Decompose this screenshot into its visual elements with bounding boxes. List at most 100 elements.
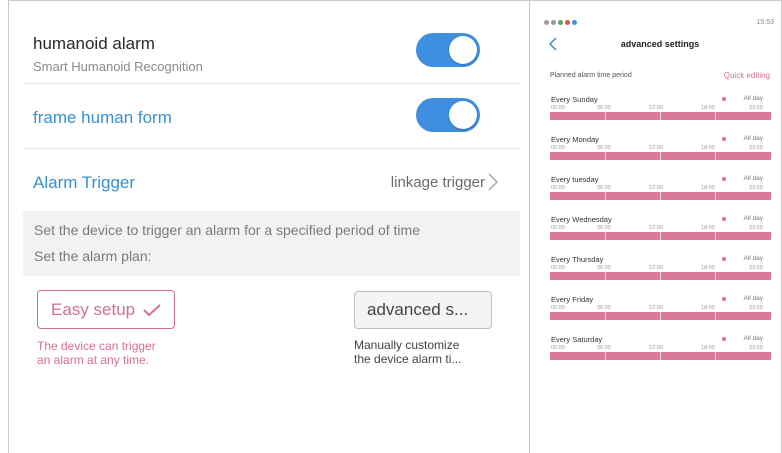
bar-separator (715, 152, 716, 160)
bar-separator (715, 112, 716, 120)
time-tick-label: 00:00 (551, 225, 565, 231)
advanced-settings-button[interactable]: advanced s... (354, 291, 492, 329)
alarm-period-bar[interactable] (550, 232, 771, 240)
time-tick-label: 23:59 (749, 305, 763, 311)
schedule-day-row[interactable]: Every Monday All day 00:00 06:00 12:00 18:00 2… (550, 135, 772, 165)
schedule-day-row[interactable]: Every Sunday All day 00:00 06:00 12:00 18:00 2… (550, 95, 772, 125)
alarm-period-bar[interactable] (550, 112, 771, 120)
time-tick-label: 00:00 (551, 345, 565, 351)
time-tick-label: 00:00 (551, 305, 565, 311)
time-tick-label: 06:00 (597, 225, 611, 231)
bar-separator (715, 352, 716, 360)
time-tick-label: 06:00 (597, 105, 611, 111)
easy-setup-label: Easy setup (51, 300, 136, 319)
bar-separator (605, 192, 606, 200)
humanoid-alarm-toggle[interactable] (416, 33, 480, 67)
adv-desc-line-1: Manually customize (354, 338, 460, 352)
day-name: Every tuesday (551, 175, 599, 184)
bar-separator (715, 312, 716, 320)
schedule-day-row[interactable]: Every tuesday All day 00:00 06:00 12:00 18:00… (550, 175, 772, 205)
alarm-period-bar[interactable] (550, 312, 771, 320)
all-day-label: All day (743, 95, 763, 102)
adv-desc-line-2: the device alarm ti... (354, 352, 462, 366)
info-line-1: Set the device to trigger an alarm for a… (34, 222, 420, 238)
bar-separator (660, 352, 661, 360)
alarm-period-bar[interactable] (550, 152, 771, 160)
time-tick-label: 00:00 (551, 145, 565, 151)
time-tick-label: 23:59 (749, 225, 763, 231)
all-day-label: All day (743, 175, 763, 182)
alarm-settings-panel: humanoid alarm Smart Humanoid Recognitio… (9, 1, 529, 453)
schedule-day-row[interactable]: Every Friday All day 00:00 06:00 12:00 18:00 2… (550, 295, 772, 325)
advanced-settings-screen: 15:53 advanced settings Planned alarm ti… (540, 17, 780, 372)
time-tick-label: 12:00 (649, 265, 663, 271)
all-day-label: All day (743, 335, 763, 342)
all-day-dot-icon (722, 297, 726, 301)
time-tick-label: 18:00 (701, 225, 715, 231)
checkmark-icon (143, 304, 161, 317)
all-day-dot-icon (722, 137, 726, 141)
alarm-trigger-value[interactable]: linkage trigger (391, 174, 485, 191)
alarm-period-bar[interactable] (550, 272, 771, 280)
time-tick-label: 12:00 (649, 345, 663, 351)
time-tick-label: 00:00 (551, 105, 565, 111)
bar-separator (660, 152, 661, 160)
all-day-dot-icon (722, 177, 726, 181)
divider (23, 148, 520, 149)
day-name: Every Monday (551, 135, 599, 144)
time-tick-label: 12:00 (649, 305, 663, 311)
all-day-dot-icon (722, 337, 726, 341)
alarm-period-bar[interactable] (550, 192, 771, 200)
time-tick-label: 12:00 (649, 105, 663, 111)
time-tick-label: 23:59 (749, 145, 763, 151)
bar-separator (605, 352, 606, 360)
alarm-period-bar[interactable] (550, 352, 771, 360)
easy-setup-description: The device can trigger an alarm at any t… (37, 339, 197, 367)
time-tick-label: 06:00 (597, 305, 611, 311)
nav-bar: advanced settings (540, 33, 780, 57)
app-icon (572, 19, 577, 25)
wifi-icon (551, 19, 556, 25)
time-tick-label: 00:00 (551, 185, 565, 191)
notification-icon (565, 19, 570, 25)
time-tick-label: 18:00 (701, 305, 715, 311)
time-tick-label: 06:00 (597, 265, 611, 271)
easy-desc-line-1: The device can trigger (37, 339, 156, 353)
frame-human-form-toggle[interactable] (416, 98, 480, 132)
bar-separator (605, 272, 606, 280)
time-tick-label: 18:00 (701, 345, 715, 351)
easy-setup-button[interactable]: Easy setup (37, 290, 175, 329)
signal-icon (544, 19, 549, 25)
app-icon (558, 19, 563, 25)
planned-alarm-label: Planned alarm time period (550, 72, 632, 79)
schedule-day-row[interactable]: Every Thursday All day 00:00 06:00 12:00 18:0… (550, 255, 772, 285)
all-day-label: All day (743, 135, 763, 142)
time-tick-label: 18:00 (701, 265, 715, 271)
all-day-dot-icon (722, 97, 726, 101)
time-tick-label: 12:00 (649, 225, 663, 231)
schedule-day-row[interactable]: Every Wednesday All day 00:00 06:00 12:00 18:… (550, 215, 772, 245)
bar-separator (605, 232, 606, 240)
status-icons (544, 19, 579, 26)
all-day-label: All day (743, 255, 763, 262)
toggle-knob (449, 36, 477, 64)
time-tick-label: 23:59 (749, 105, 763, 111)
easy-desc-line-2: an alarm at any time. (37, 353, 150, 367)
all-day-label: All day (743, 215, 763, 222)
all-day-label: All day (743, 295, 763, 302)
screen-title: advanced settings (620, 39, 700, 49)
time-tick-label: 23:59 (749, 265, 763, 271)
time-tick-label: 18:00 (701, 105, 715, 111)
divider (23, 83, 520, 84)
day-name: Every Thursday (551, 255, 604, 264)
all-day-dot-icon (722, 217, 726, 221)
chevron-right-icon[interactable] (487, 172, 499, 192)
quick-editing-link[interactable]: Quick editing (724, 71, 770, 80)
schedule-day-row[interactable]: Every Saturday All day 00:00 06:00 12:00 18:0… (550, 335, 772, 365)
bar-separator (660, 232, 661, 240)
time-tick-label: 12:00 (649, 145, 663, 151)
bar-separator (715, 192, 716, 200)
advanced-settings-label: advanced s... (367, 300, 469, 319)
bar-separator (715, 232, 716, 240)
status-time: 15:53 (756, 19, 774, 26)
